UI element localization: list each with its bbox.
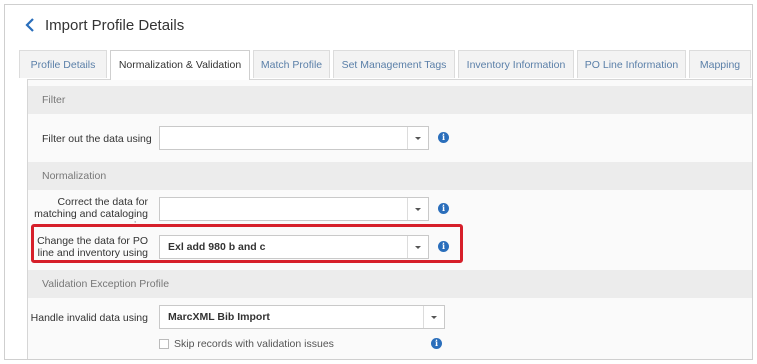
tab-normalization-validation[interactable]: Normalization & Validation <box>110 50 250 80</box>
back-arrow-icon[interactable] <box>23 15 37 35</box>
page-header: Import Profile Details <box>5 5 752 45</box>
chevron-down-icon <box>407 127 428 149</box>
tab-match-profile[interactable]: Match Profile <box>253 50 330 78</box>
import-profile-window: Import Profile Details Profile Details N… <box>4 4 753 360</box>
tab-set-management-tags[interactable]: Set Management Tags <box>333 50 455 78</box>
correct-data-label-line1: Correct the data for <box>57 196 148 208</box>
handle-invalid-select[interactable]: MarcXML Bib Import <box>159 305 445 329</box>
normalization-validation-panel: Filter Filter out the data using i Norma… <box>27 79 752 359</box>
tab-inventory-information[interactable]: Inventory Information <box>458 50 574 78</box>
chevron-down-icon <box>423 306 444 328</box>
correct-data-label-line2: matching and cataloging <box>34 208 148 220</box>
tab-profile-details[interactable]: Profile Details <box>19 50 107 78</box>
correct-data-label: Correct the data for matching and catalo… <box>28 196 148 223</box>
filter-section-header: Filter <box>28 86 752 114</box>
filter-select[interactable] <box>159 126 429 150</box>
normalization-section-header: Normalization <box>28 162 752 190</box>
info-icon[interactable]: i <box>438 203 449 214</box>
tab-bar: Profile Details Normalization & Validati… <box>19 50 752 80</box>
correct-data-label-line3: using <box>28 220 148 223</box>
handle-invalid-label: Handle invalid data using <box>30 312 148 324</box>
validation-section-header: Validation Exception Profile <box>28 270 752 298</box>
info-icon[interactable]: i <box>431 338 442 349</box>
skip-records-label: Skip records with validation issues <box>174 338 334 350</box>
chevron-down-icon <box>407 198 428 220</box>
highlight-box <box>31 224 463 263</box>
filter-label: Filter out the data using <box>42 133 152 145</box>
correct-data-select[interactable] <box>159 197 429 221</box>
page-title: Import Profile Details <box>45 17 185 34</box>
info-icon[interactable]: i <box>438 132 449 143</box>
skip-records-checkbox[interactable] <box>159 339 169 349</box>
tab-mapping[interactable]: Mapping <box>689 50 751 78</box>
tab-po-line-information[interactable]: PO Line Information <box>577 50 686 78</box>
handle-invalid-select-value: MarcXML Bib Import <box>168 311 270 323</box>
